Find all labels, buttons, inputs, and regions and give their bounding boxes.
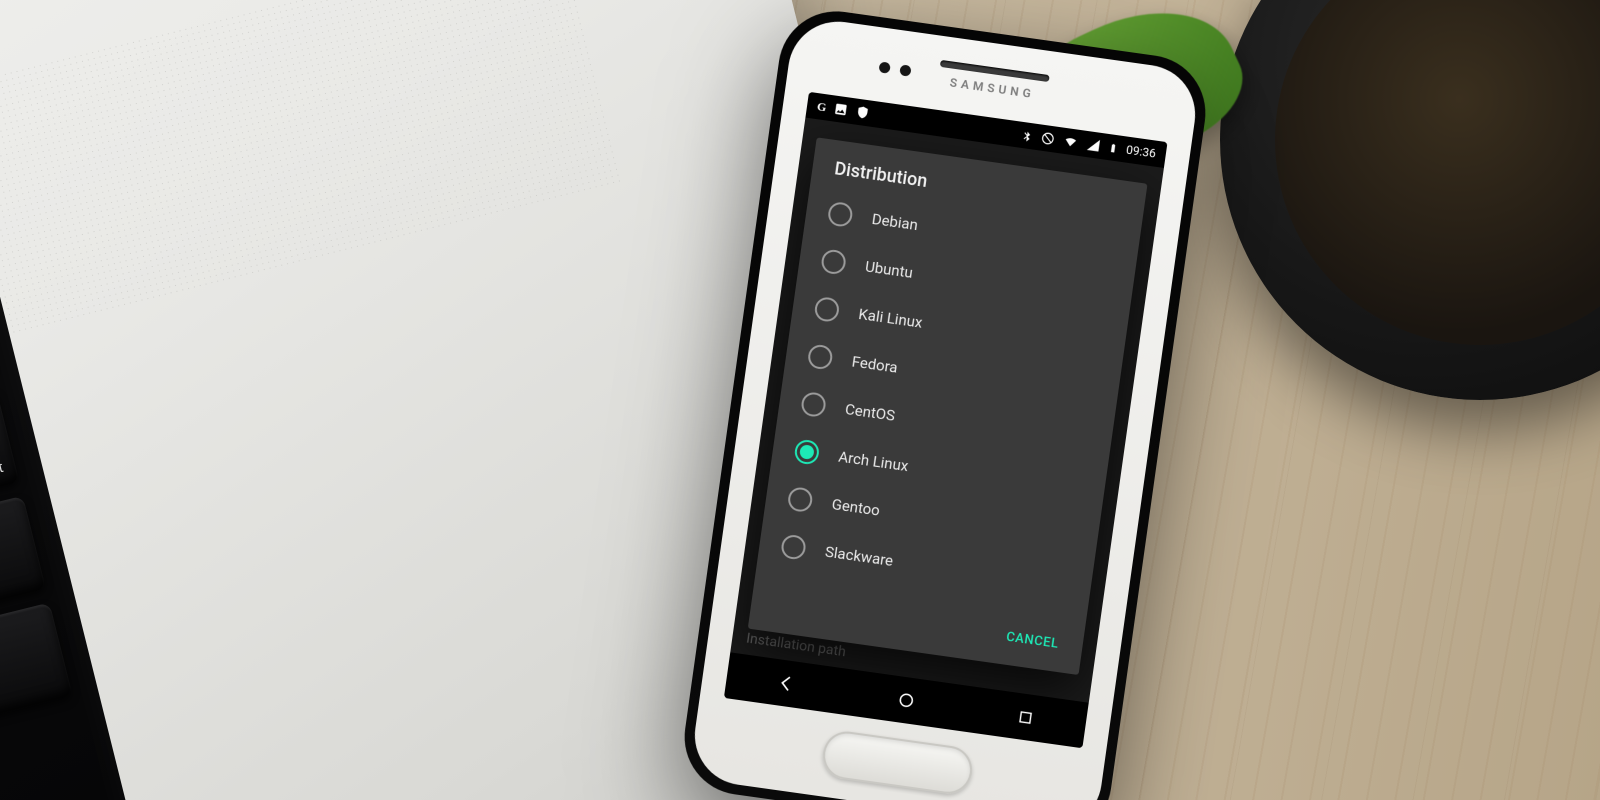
battery-icon <box>1107 140 1119 156</box>
laptop-speaker-grille <box>0 0 622 369</box>
signal-icon <box>1086 137 1102 153</box>
distribution-option-label: Slackware <box>824 543 894 570</box>
distribution-option-label: Gentoo <box>831 495 881 520</box>
image-icon <box>833 102 849 118</box>
distribution-option-label: CentOS <box>844 400 896 425</box>
status-time: 09:36 <box>1125 143 1157 161</box>
distribution-option-label: Debian <box>871 210 919 234</box>
key-blank[interactable] <box>0 496 46 615</box>
distribution-option-label: Fedora <box>851 353 899 377</box>
radio-icon <box>800 391 827 418</box>
radio-icon <box>827 201 854 228</box>
radio-icon <box>813 296 840 323</box>
distribution-option-label: Arch Linux <box>837 448 909 476</box>
radio-icon <box>807 343 834 370</box>
bluetooth-icon <box>1020 128 1034 144</box>
distribution-option-label: Kali Linux <box>857 305 923 332</box>
distribution-list: Debian Ubuntu Kali Linux Fedora CentOS Arch L… <box>755 186 1141 625</box>
cancel-button[interactable]: CANCEL <box>994 620 1070 661</box>
distribution-option-label: Ubuntu <box>864 257 914 281</box>
g-icon: G <box>816 99 827 115</box>
do-not-disturb-icon <box>1040 131 1056 147</box>
radio-icon <box>780 534 807 561</box>
nav-recents-button[interactable] <box>1003 694 1048 739</box>
screen: G <box>724 92 1168 748</box>
radio-icon <box>793 438 820 465</box>
radio-icon <box>787 486 814 513</box>
distribution-dialog: Distribution DebianUbuntuKali LinuxFedor… <box>748 137 1148 675</box>
nav-back-button[interactable] <box>764 661 809 706</box>
wifi-icon <box>1062 134 1080 150</box>
scene: ⏻ delete enter return shift ◀ ▲ ▶ <box>0 0 1600 800</box>
nav-home-button[interactable] <box>884 678 929 723</box>
home-button[interactable] <box>820 728 975 796</box>
shield-icon <box>855 105 871 121</box>
key-blank[interactable] <box>0 602 73 721</box>
phone-brand: SAMSUNG <box>949 75 1036 101</box>
radio-icon <box>820 248 847 275</box>
